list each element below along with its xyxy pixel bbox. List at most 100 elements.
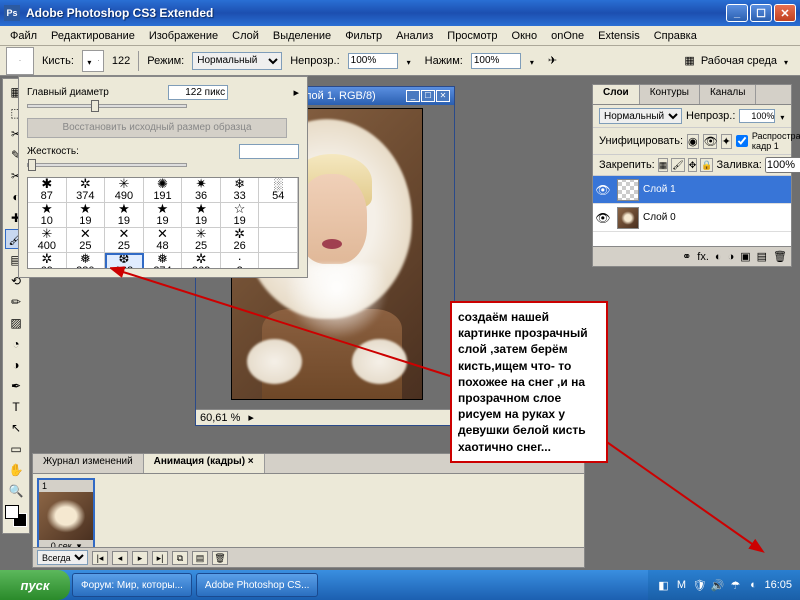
hardness-slider[interactable] (27, 163, 187, 167)
type-tool[interactable]: T (5, 397, 27, 417)
foreground-color[interactable] (5, 505, 19, 519)
close-button[interactable]: ✕ (774, 4, 796, 22)
opacity-input[interactable] (348, 53, 398, 69)
brush-preset[interactable]: ✕48 (144, 228, 183, 253)
chevron-down-icon[interactable] (407, 56, 417, 66)
tray-icon[interactable]: 🔊 (710, 578, 724, 592)
layer-mask-icon[interactable]: ◐ (715, 251, 722, 263)
layer-row[interactable]: 👁 Слой 0 (593, 204, 791, 232)
brush-preset[interactable]: ✕25 (67, 228, 106, 253)
menu-справка[interactable]: Справка (648, 28, 703, 44)
visibility-icon[interactable]: 👁 (593, 183, 613, 197)
tray-icon[interactable]: ◐ (746, 578, 760, 592)
tray-icon[interactable]: 🛡 (692, 578, 706, 592)
flyout-arrow-icon[interactable]: ▸ (293, 86, 299, 99)
lock-transparency-icon[interactable]: ▦ (658, 158, 669, 172)
dodge-tool[interactable]: ◑ (5, 355, 27, 375)
layer-fx-icon[interactable]: fx. (697, 251, 709, 263)
layer-group-icon[interactable]: ▣ (740, 250, 750, 263)
layer-row[interactable]: 👁 Слой 1 (593, 176, 791, 204)
hardness-input[interactable] (239, 144, 299, 159)
gradient-tool[interactable]: ▨ (5, 313, 27, 333)
layer-fill-input[interactable] (765, 157, 800, 173)
eraser-tool[interactable]: ✏ (5, 292, 27, 312)
brush-preset[interactable]: ❄︎33 (221, 178, 260, 203)
airbrush-icon[interactable]: ✈ (548, 54, 557, 67)
doc-close-button[interactable]: ✕ (436, 90, 450, 102)
first-frame-button[interactable]: |◂ (92, 551, 108, 565)
menu-просмотр[interactable]: Просмотр (441, 28, 503, 44)
tray-icon[interactable]: M (674, 578, 688, 592)
brush-preset[interactable]: ★19 (144, 203, 183, 228)
minimize-button[interactable]: _ (726, 4, 748, 22)
blend-mode-select[interactable]: Нормальный (192, 52, 282, 70)
tween-button[interactable]: ⧉ (172, 551, 188, 565)
chevron-down-icon[interactable] (784, 56, 794, 66)
tray-icon[interactable]: ☂ (728, 578, 742, 592)
prev-frame-button[interactable]: ◂ (112, 551, 128, 565)
brush-preset[interactable]: ★19 (182, 203, 221, 228)
zoom-level[interactable]: 60,61 % (200, 412, 240, 424)
tab-1[interactable]: Анимация (кадры) × (144, 454, 265, 473)
layer-name[interactable]: Слой 0 (643, 212, 676, 223)
workspace-label[interactable]: Рабочая среда (701, 55, 777, 67)
unify-style-icon[interactable]: ✦ (721, 134, 732, 149)
tab-Каналы[interactable]: Каналы (700, 85, 757, 104)
brush-preset[interactable]: ✷36 (182, 178, 221, 203)
layer-thumb[interactable] (617, 179, 639, 201)
flow-input[interactable] (471, 53, 521, 69)
layer-name[interactable]: Слой 1 (643, 184, 676, 195)
visibility-icon[interactable]: 👁 (593, 211, 613, 225)
layer-thumb[interactable] (617, 207, 639, 229)
maximize-button[interactable]: ☐ (750, 4, 772, 22)
new-frame-button[interactable]: ▤ (192, 551, 208, 565)
link-layers-icon[interactable]: ⚭ (682, 250, 691, 263)
brush-preset[interactable]: ░54 (259, 178, 298, 203)
doc-info-icon[interactable]: ▸ (248, 411, 254, 424)
blur-tool[interactable]: ◔ (5, 334, 27, 354)
lock-pixels-icon[interactable]: 🖌 (671, 158, 684, 172)
zoom-tool[interactable]: 🔍 (5, 481, 27, 501)
color-swatches[interactable] (5, 505, 27, 527)
menu-редактирование[interactable]: Редактирование (45, 28, 141, 44)
brush-preset[interactable]: ☆19 (221, 203, 260, 228)
next-frame-button[interactable]: ▸| (152, 551, 168, 565)
brush-preset[interactable]: ❅274 (144, 253, 183, 269)
taskbar-item[interactable]: Adobe Photoshop CS... (196, 573, 319, 597)
brush-preset[interactable]: ✕25 (105, 228, 144, 253)
menu-анализ[interactable]: Анализ (390, 28, 439, 44)
brush-preset[interactable] (259, 228, 298, 253)
diameter-input[interactable] (168, 85, 228, 100)
menu-изображение[interactable]: Изображение (143, 28, 224, 44)
start-button[interactable]: пуск (0, 570, 70, 600)
diameter-slider[interactable] (27, 104, 187, 108)
brush-preset[interactable]: ★10 (28, 203, 67, 228)
adjustment-layer-icon[interactable]: ◑ (728, 251, 735, 263)
delete-frame-button[interactable]: 🗑 (212, 551, 228, 565)
brush-preset[interactable]: ★19 (105, 203, 144, 228)
menu-слой[interactable]: Слой (226, 28, 265, 44)
menu-extensis[interactable]: Extensis (592, 28, 646, 44)
tab-Контуры[interactable]: Контуры (640, 85, 700, 104)
menu-окно[interactable]: Окно (506, 28, 544, 44)
brush-preset[interactable]: ❅280 (67, 253, 106, 269)
brush-preset[interactable]: ✳25 (182, 228, 221, 253)
clock[interactable]: 16:05 (764, 579, 792, 591)
pen-tool[interactable]: ✒ (5, 376, 27, 396)
brush-preset[interactable]: ★19 (67, 203, 106, 228)
delete-layer-icon[interactable]: 🗑 (773, 250, 787, 263)
brush-preset[interactable]: ✱87 (28, 178, 67, 203)
brush-preset[interactable]: ✺191 (144, 178, 183, 203)
brush-preview[interactable] (6, 47, 34, 75)
brush-preset[interactable]: ✲69 (28, 253, 67, 269)
loop-select[interactable]: Всегда (37, 550, 88, 565)
menu-файл[interactable]: Файл (4, 28, 43, 44)
unify-visibility-icon[interactable]: 👁 (703, 134, 717, 149)
menu-выделение[interactable]: Выделение (267, 28, 337, 44)
propagate-checkbox[interactable] (736, 135, 748, 147)
brush-preset[interactable]: ·2 (221, 253, 260, 269)
tray-icon[interactable]: ◧ (656, 578, 670, 592)
tab-Слои[interactable]: Слои (593, 85, 640, 104)
animation-frame[interactable]: 10 сек. ▾ (37, 478, 95, 555)
doc-maximize-button[interactable]: ☐ (421, 90, 435, 102)
